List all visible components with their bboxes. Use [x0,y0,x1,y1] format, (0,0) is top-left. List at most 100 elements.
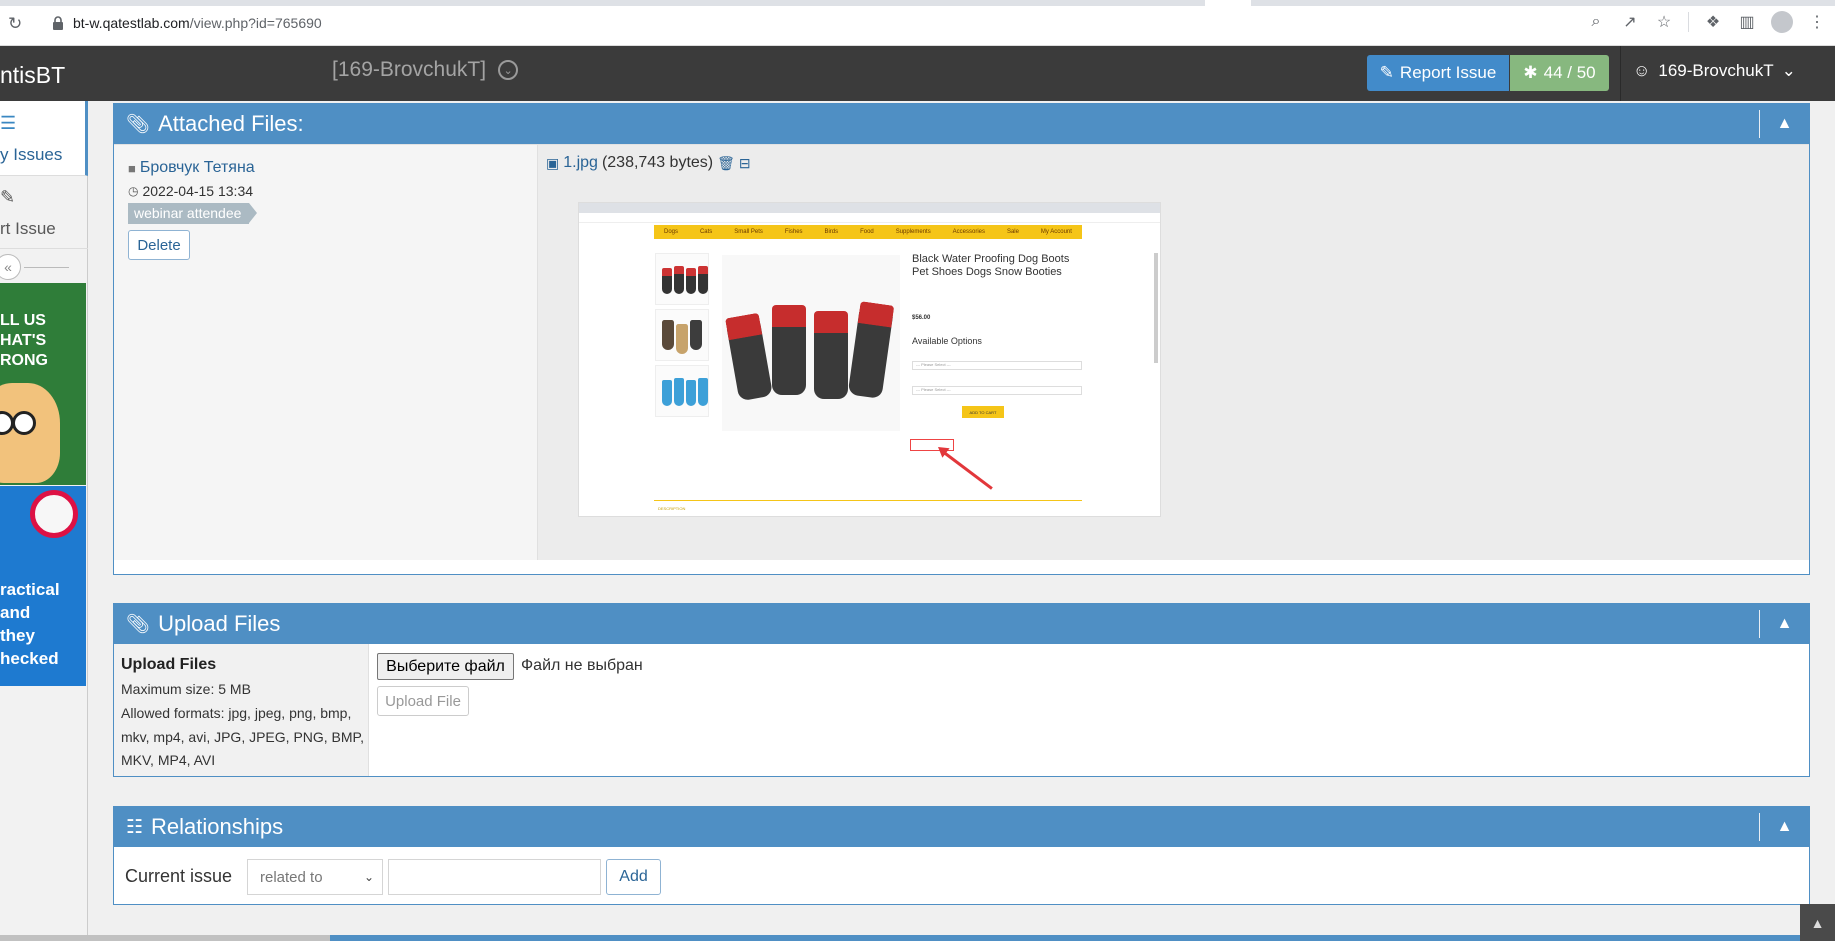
boot-graphic [698,266,708,294]
sidebar-item-label: y Issues [0,145,63,164]
upload-max-size: Maximum size: 5 MB [121,681,251,697]
image-preview[interactable]: Dogs Cats Small Pets Fishes Birds Food S… [578,202,1161,517]
date-text: 2022-04-15 13:34 [142,183,254,199]
boot-graphic [662,268,672,294]
preview-menu-item: Dogs [664,229,679,235]
report-issue-button[interactable]: ✎ Report Issue [1367,55,1509,91]
preview-menu-item: Accessories [952,229,986,235]
add-relationship-button[interactable]: Add [606,859,661,895]
sidebar-divider [24,267,69,268]
upload-files-panel: 📎︎ Upload Files ▲ Upload Files Maximum s… [113,603,1810,777]
panel-title: Attached Files: [158,111,304,136]
collapse-panel-button[interactable]: ▲ [1759,813,1809,841]
preview-description-tab: DESCRIPTION [658,506,686,511]
relation-type-value: related to [260,868,323,886]
trash-icon[interactable]: 🗑︎ [717,155,735,172]
preview-menu: Dogs Cats Small Pets Fishes Birds Food S… [654,225,1082,239]
paperclip-icon: 📎︎ [126,614,151,635]
preview-price: $56.00 [912,315,931,321]
preview-menu-item: My Account [1040,229,1072,235]
preview-divider [654,500,1082,501]
upload-allowed-formats: Allowed formats: jpg, jpeg, png, bmp, mk… [121,705,364,768]
lock-icon [53,16,63,30]
user-icon: ☺ [1633,61,1651,80]
issue-count-button[interactable]: ✱ 44 / 50 [1510,55,1609,91]
side-panel-icon[interactable]: ▥ [1737,11,1757,33]
collapse-panel-button[interactable]: ▲ [1759,610,1809,638]
sidebar-collapse-button[interactable]: « [0,254,21,280]
file-size: (238,743 bytes) [601,154,714,171]
horizontal-scrollbar[interactable] [0,935,330,941]
preview-menu-item: Sale [1006,229,1019,235]
boot-graphic [674,378,684,406]
project-name: [169-BrovchukT] [332,58,487,81]
boot-graphic [662,380,672,406]
related-issue-input[interactable] [388,859,601,895]
app-navbar: ntisBT [169-BrovchukT] ⌄ ✎ Report Issue … [0,46,1835,101]
attached-files-panel: 📎︎ Attached Files: ▲ ■ Бровчук Тетяна ◷ … [113,103,1810,575]
edit-icon: ✎ [1379,63,1394,82]
preview-tabbar [579,203,1160,213]
boot-graphic [676,324,688,354]
preview-menu-item: Fishes [784,229,803,235]
author-name: Бровчук Тетяна [139,159,255,176]
attachment-row: ■ Бровчук Тетяна ◷ 2022-04-15 13:34 webi… [114,144,1809,560]
preview-product-image [722,255,900,431]
collapse-preview-icon[interactable]: ⊟ [739,155,751,172]
upload-info: Upload Files Maximum size: 5 MB Allowed … [114,644,369,776]
sidebar: ☰ y Issues ✎ rt Issue « LL US HAT'S RONG… [0,101,88,941]
magnifier-icon [30,490,78,538]
role-badge: webinar attendee [128,203,258,224]
chevron-down-icon: ⌄ [363,870,374,884]
paperclip-icon: 📎︎ [126,114,151,135]
profile-avatar-icon[interactable] [1771,11,1793,33]
current-issue-label: Current issue [125,866,233,886]
preview-add-to-cart: ADD TO CART [962,406,1004,418]
choose-file-button[interactable]: Выберите файл [377,653,514,680]
scroll-to-top-button[interactable]: ▲ [1800,904,1835,941]
clock-icon: ◷ [128,184,139,198]
upload-field-title: Upload Files [121,656,217,673]
star-icon[interactable]: ☆ [1654,11,1674,33]
sidebar-item-my-issues[interactable]: ☰ y Issues [0,101,88,176]
extensions-icon[interactable]: ❖ [1703,11,1723,33]
file-name-link[interactable]: 1.jpg [563,154,598,172]
attachment-content: ▣ 1.jpg (238,743 bytes) 🗑︎ ⊟ Dogs Cats S… [538,145,1809,560]
panel-title: Upload Files [158,611,281,636]
author-link[interactable]: ■ Бровчук Тетяна [128,159,255,177]
user-menu[interactable]: ☺ 169-BrovchukT ⌄ [1633,61,1796,81]
browser-tab-strip [0,0,1835,6]
browser-active-tab[interactable] [1205,0,1251,6]
upload-file-button[interactable]: Upload File [377,686,469,716]
share-icon[interactable]: ↗ [1620,11,1640,33]
sidebar-item-report-issue[interactable]: ✎ rt Issue [0,177,88,249]
delete-button[interactable]: Delete [128,230,190,260]
relation-type-select[interactable]: related to ⌄ [247,859,383,895]
image-file-icon: ▣ [546,154,560,171]
browser-actions: ⌕ ↗ ☆ ❖ ▥ ⋮ [1586,11,1827,33]
url-path: /view.php?id=765690 [189,15,322,31]
bug-icon: ✱ [1523,63,1538,82]
toolbar-separator [1688,12,1689,32]
brand-logo[interactable]: ntisBT [0,62,65,89]
ad-banner-bugs[interactable]: LL US HAT'S RONG [0,283,86,485]
address-bar[interactable]: bt-w.qatestlab.com/view.php?id=765690 [73,15,322,31]
preview-urlbar [579,213,1160,223]
preview-arrow [943,451,993,490]
navbar-divider [1620,46,1621,101]
chevron-down-icon: ⌄ [1781,61,1796,80]
browser-toolbar: ↻ bt-w.qatestlab.com/view.php?id=765690 … [0,0,1835,46]
boot-graphic [674,266,684,294]
preview-menu-item: Cats [699,229,713,235]
preview-menu-item: Supplements [895,229,931,235]
zoom-icon[interactable]: ⌕ [1586,11,1606,33]
collapse-panel-button[interactable]: ▲ [1759,110,1809,138]
preview-select: --- Please Select --- [912,361,1082,370]
project-selector[interactable]: [169-BrovchukT] ⌄ [332,58,519,82]
reload-icon[interactable]: ↻ [8,15,26,33]
preview-menu-item: Birds [824,229,839,235]
ad-banner-practical[interactable]: ractical and they hecked [0,486,86,686]
panel-header: 📎︎ Upload Files ▲ [114,604,1809,644]
preview-thumbnail [655,365,709,417]
more-menu-icon[interactable]: ⋮ [1807,11,1827,33]
